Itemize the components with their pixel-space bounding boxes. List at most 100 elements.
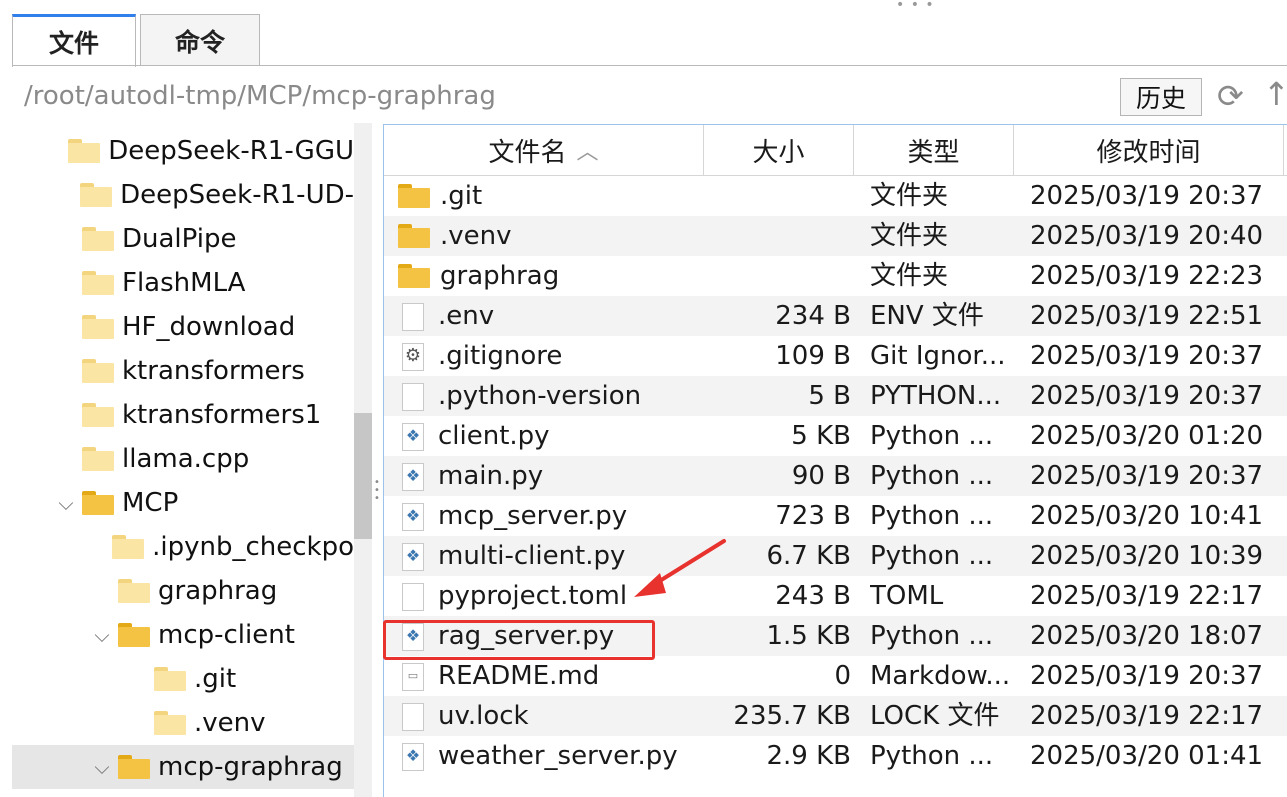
file-row[interactable]: .python-version 5 B PYTHON... 2025/03/19 20…: [384, 376, 1287, 416]
tree-item-label: graphrag: [158, 576, 278, 606]
column-header-label: 文件名: [488, 137, 567, 168]
file-modified: 2025/03/19 20:37: [1030, 181, 1264, 211]
markdown-file-icon: ▭: [398, 661, 428, 691]
file-row[interactable]: .git 文件夹 2025/03/19 20:37: [384, 176, 1287, 216]
tree-item[interactable]: ⌵ mcp-client: [12, 613, 354, 657]
up-arrow-icon[interactable]: ↑: [1263, 74, 1287, 114]
file-name: pyproject.toml: [438, 581, 628, 611]
folder-icon: [118, 579, 150, 603]
tab-bar: • • • 文件 命令: [0, 0, 1287, 67]
file-name: .git: [440, 181, 483, 211]
tree-item[interactable]: .ipynb_checkpo: [12, 525, 354, 569]
file-size: 5 KB: [791, 421, 851, 451]
file-type: Python ...: [870, 501, 994, 531]
file-row[interactable]: uv.lock 235.7 KB LOCK 文件 2025/03/19 22:17: [384, 696, 1287, 736]
tree-scrollbar[interactable]: [354, 123, 372, 797]
file-name: graphrag: [440, 261, 560, 291]
file-row[interactable]: ❖ weather_server.py 2.9 KB Python ... 2025/0…: [384, 736, 1287, 776]
file-name: README.md: [438, 661, 600, 691]
tree-item[interactable]: DeepSeek-R1-GGU: [12, 129, 354, 173]
tree-item[interactable]: HF_download: [12, 305, 354, 349]
file-name-cell: ❖ main.py: [398, 456, 708, 496]
file-type: Python ...: [870, 621, 994, 651]
tree-item-label: DeepSeek-R1-GGU: [108, 136, 354, 166]
file-type: Python ...: [870, 541, 994, 571]
file-modified: 2025/03/19 20:37: [1030, 661, 1264, 691]
folder-icon: [154, 667, 186, 691]
file-name-cell: ❖ mcp_server.py: [398, 496, 708, 536]
file-row[interactable]: ❖ mcp_server.py 723 B Python ... 2025/03/20 …: [384, 496, 1287, 536]
file-name: .gitignore: [438, 341, 563, 371]
file-row[interactable]: ❖ main.py 90 B Python ... 2025/03/19 20:37: [384, 456, 1287, 496]
file-type: Python ...: [870, 741, 994, 771]
file-list: 文件名 ︿ 大小 类型 修改时间 .git 文件夹 2025/03/19 20:37…: [383, 124, 1287, 797]
column-header-modified[interactable]: 修改时间: [1014, 125, 1284, 175]
chevron-down-icon[interactable]: ⌵: [56, 491, 76, 515]
folder-icon: [154, 711, 186, 735]
chevron-down-icon[interactable]: ⌵: [92, 755, 112, 779]
folder-icon: [118, 623, 150, 647]
tree-item[interactable]: ⌵ MCP: [12, 481, 354, 525]
file-row[interactable]: pyproject.toml 243 B TOML 2025/03/19 22:17: [384, 576, 1287, 616]
file-size: [706, 216, 851, 256]
python-file-icon: ❖: [398, 741, 428, 771]
file-row[interactable]: .venv 文件夹 2025/03/19 20:40: [384, 216, 1287, 256]
tree-item[interactable]: llama.cpp: [12, 437, 354, 481]
file-name-cell: .env: [398, 296, 708, 336]
refresh-icon[interactable]: ⟳: [1217, 76, 1244, 116]
file-name: main.py: [438, 461, 544, 491]
tree-item[interactable]: .venv: [12, 701, 354, 745]
file-row[interactable]: ⚙ .gitignore 109 B Git Ignor... 2025/03/19 2…: [384, 336, 1287, 376]
file-size: 2.9 KB: [766, 741, 852, 771]
tree-item-label: .ipynb_checkpo: [152, 532, 354, 562]
folder-icon: [398, 224, 430, 248]
tree-item[interactable]: ktransformers1: [12, 393, 354, 437]
file-size: 1.5 KB: [766, 621, 852, 651]
tree-item-label: DeepSeek-R1-UD-: [120, 180, 354, 210]
tree-item[interactable]: ktransformers: [12, 349, 354, 393]
file-row[interactable]: ❖ multi-client.py 6.7 KB Python ... 2025/03/…: [384, 536, 1287, 576]
tree-item-label: .git: [194, 664, 237, 694]
file-name-cell: uv.lock: [398, 696, 708, 736]
file-row[interactable]: .env 234 B ENV 文件 2025/03/19 22:51: [384, 296, 1287, 336]
tree-item[interactable]: FlashMLA: [12, 261, 354, 305]
folder-icon: [68, 139, 101, 163]
python-file-icon: ❖: [398, 461, 428, 491]
file-row[interactable]: ❖ client.py 5 KB Python ... 2025/03/20 01:20: [384, 416, 1287, 456]
file-size: [706, 256, 851, 296]
column-header-name[interactable]: 文件名 ︿: [384, 125, 704, 175]
file-icon: [398, 701, 428, 731]
history-button[interactable]: 历史: [1120, 78, 1202, 116]
highlight-box: [383, 620, 655, 660]
column-header-type[interactable]: 类型: [854, 125, 1014, 175]
tree-item[interactable]: DeepSeek-R1-UD-: [12, 173, 354, 217]
file-modified: 2025/03/20 18:07: [1030, 621, 1264, 651]
file-type: Python ...: [870, 421, 994, 451]
tree-item-label: .venv: [194, 708, 266, 738]
tab-commands[interactable]: 命令: [140, 14, 260, 66]
config-file-icon: ⚙: [398, 341, 428, 371]
path-bar: /root/autodl-tmp/MCP/mcp-graphrag 历史 ⟳ ↑: [12, 72, 1287, 118]
tab-files[interactable]: 文件: [12, 14, 136, 67]
file-name: uv.lock: [438, 701, 529, 731]
tree-item[interactable]: .git: [12, 657, 354, 701]
panel-splitter[interactable]: • • •: [372, 123, 382, 797]
file-size: 5 B: [808, 381, 851, 411]
tree-item-label: ktransformers1: [122, 400, 322, 430]
folder-icon: [82, 271, 114, 295]
tree-item[interactable]: graphrag: [12, 569, 354, 613]
tree-item-label: ktransformers: [122, 356, 305, 386]
file-row[interactable]: ▭ README.md 0 Markdow... 2025/03/19 20:37: [384, 656, 1287, 696]
column-header-size[interactable]: 大小: [704, 125, 854, 175]
file-type: TOML: [870, 581, 944, 611]
folder-icon: [112, 535, 145, 559]
chevron-down-icon[interactable]: ⌵: [92, 623, 112, 647]
drag-grip-icon[interactable]: • • •: [896, 0, 935, 12]
tree-item[interactable]: ⌵ mcp-graphrag: [12, 745, 354, 789]
tree-item[interactable]: DualPipe: [12, 217, 354, 261]
file-row[interactable]: graphrag 文件夹 2025/03/19 22:23: [384, 256, 1287, 296]
tree-scrollbar-thumb[interactable]: [354, 413, 372, 539]
path-input[interactable]: /root/autodl-tmp/MCP/mcp-graphrag: [24, 80, 1119, 112]
file-name-cell: ❖ weather_server.py: [398, 736, 708, 776]
file-name-cell: .python-version: [398, 376, 708, 416]
